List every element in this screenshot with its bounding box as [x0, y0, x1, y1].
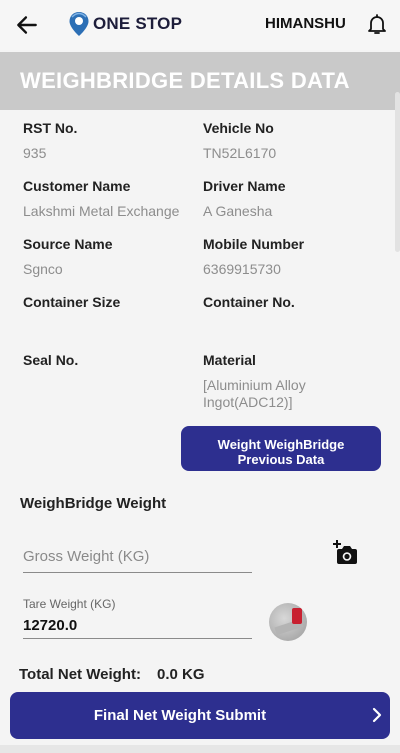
captured-photo-thumbnail[interactable]	[269, 603, 307, 641]
brand-name: ONE STOP	[93, 14, 183, 33]
tare-weight-input[interactable]	[23, 613, 252, 639]
weighbridge-weight-title: WeighBridge Weight	[20, 495, 167, 512]
material-value-line2: Ingot(ADC12)]	[203, 394, 293, 410]
scrollbar[interactable]	[395, 92, 400, 252]
bell-icon[interactable]	[365, 12, 389, 36]
page-title: WEIGHBRIDGE DETAILS DATA	[20, 68, 350, 93]
container-size-label: Container Size	[23, 294, 121, 310]
page-banner: WEIGHBRIDGE DETAILS DATA	[0, 52, 400, 110]
total-net-weight-label: Total Net Weight:	[19, 666, 141, 683]
location-pin-icon	[69, 12, 89, 36]
driver-value: A Ganesha	[203, 203, 273, 219]
source-label: Source Name	[23, 236, 113, 252]
rst-value: 935	[23, 145, 47, 161]
mobile-label: Mobile Number	[203, 236, 305, 252]
final-submit-button[interactable]: Final Net Weight Submit	[10, 692, 390, 739]
previous-data-button[interactable]: Weight WeighBridge Previous Data	[181, 426, 381, 471]
tare-weight-label: Tare Weight (KG)	[23, 597, 116, 611]
previous-data-line1: Weight WeighBridge	[217, 437, 345, 452]
previous-data-line2: Previous Data	[237, 452, 325, 467]
chevron-right-icon	[372, 707, 382, 723]
add-photo-icon[interactable]	[332, 540, 360, 566]
thumbnail-image-tag	[292, 608, 302, 624]
customer-value: Lakshmi Metal Exchange	[23, 203, 180, 219]
bottom-nav-strip	[0, 745, 400, 753]
final-submit-label: Final Net Weight Submit	[93, 707, 267, 724]
user-name[interactable]: HIMANSHU	[265, 15, 346, 32]
rst-label: RST No.	[23, 120, 78, 136]
mobile-value: 6369915730	[203, 261, 281, 277]
customer-label: Customer Name	[23, 178, 131, 194]
gross-weight-input[interactable]	[23, 541, 252, 573]
vehicle-value: TN52L6170	[203, 145, 277, 161]
back-arrow-icon[interactable]	[14, 12, 40, 38]
seal-label: Seal No.	[23, 352, 79, 368]
vehicle-label: Vehicle No	[203, 120, 274, 136]
material-value-line1: [Aluminium Alloy	[203, 377, 306, 393]
source-value: Sgnco	[23, 261, 63, 277]
driver-label: Driver Name	[203, 178, 286, 194]
container-no-label: Container No.	[203, 294, 295, 310]
app-header: ONE STOP HIMANSHU	[0, 0, 400, 50]
total-net-weight-value: 0.0 KG	[157, 666, 205, 683]
material-label: Material	[203, 352, 256, 368]
